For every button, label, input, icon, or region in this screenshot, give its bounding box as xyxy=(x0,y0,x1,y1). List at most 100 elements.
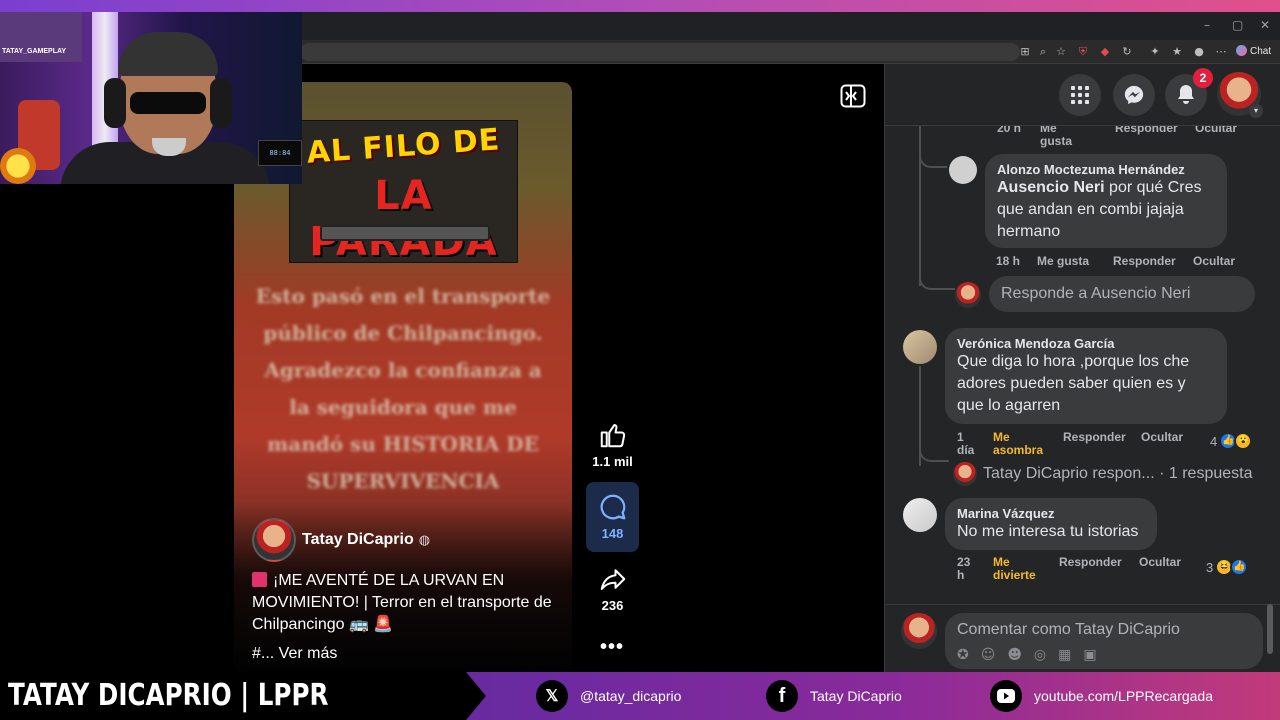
comment-action[interactable]: 148 xyxy=(586,482,639,552)
address-bar[interactable] xyxy=(300,43,1020,61)
webcam-shelf: TATAY_GAMEPLAY xyxy=(0,12,82,62)
comment-bubble-icon xyxy=(600,494,625,520)
author-name[interactable]: Tatay DiCaprio xyxy=(302,531,414,549)
comment-bubble: Alonzo Moctezuma Hernández Ausencio Neri… xyxy=(985,154,1227,248)
minimize-button[interactable]: – xyxy=(1204,18,1210,32)
menu-button[interactable] xyxy=(1059,74,1101,116)
extension-icon[interactable]: ◆ xyxy=(1098,45,1112,59)
reel-overlay-text: Esto pasó en el transporte público de Ch… xyxy=(255,284,551,493)
comment-time: 1 día xyxy=(957,430,975,457)
stream-banner: TATAY DICAPRIO | LPPR 𝕏 @tatay_dicaprio … xyxy=(0,672,1280,720)
headphone-right xyxy=(210,78,232,128)
thread-line xyxy=(919,126,921,286)
comment-reply-link[interactable]: Responder xyxy=(1059,556,1122,569)
comment-reaction-link[interactable]: Me asombra xyxy=(993,431,1053,457)
comment-text: Que diga lo hora ,porque los che adores … xyxy=(957,353,1190,414)
reaction-count: 4 xyxy=(1210,433,1218,449)
apps-icon[interactable]: ⊞ xyxy=(1018,45,1032,59)
commenter-avatar[interactable] xyxy=(949,156,977,184)
commenter-name[interactable]: Marina Vázquez xyxy=(957,506,1145,521)
comment-bubble: Verónica Mendoza García Que diga lo hora… xyxy=(945,328,1227,424)
view-replies-link[interactable]: Tatay DiCaprio respon... · 1 respuesta xyxy=(983,465,1252,483)
zoom-icon[interactable]: ⌕ xyxy=(1036,45,1050,59)
commenter-avatar[interactable] xyxy=(903,330,937,364)
favorites-icon[interactable]: ✦ xyxy=(1148,45,1162,59)
reel-caption: ¡ME AVENTÉ DE LA URVAN EN MOVIMIENTO! | … xyxy=(252,570,572,636)
top-gradient-strip xyxy=(0,0,1280,12)
mention-link[interactable]: Ausencio Neri xyxy=(997,179,1105,196)
shelf-sign: TATAY_GAMEPLAY xyxy=(2,48,67,55)
comment-reply-link[interactable]: Responder xyxy=(1113,255,1176,268)
comment-text: Ausencio Neri por qué Cres que andan en … xyxy=(997,177,1215,243)
comment-reply-link[interactable]: Responder xyxy=(1063,431,1126,444)
share-count: 236 xyxy=(601,598,624,613)
comment-hide-link[interactable]: Ocultar xyxy=(1193,255,1235,268)
more-options-icon[interactable]: ••• xyxy=(600,636,624,659)
grid-menu-icon xyxy=(1071,86,1089,104)
comment-text: No me interesa tu istorias xyxy=(957,523,1139,540)
webcam-overlay: TATAY_GAMEPLAY 88:84 xyxy=(0,12,302,184)
thread-connector xyxy=(919,268,955,290)
bell-icon xyxy=(1178,85,1194,104)
wow-reaction-icon: 😮 xyxy=(1234,432,1253,450)
comment-input[interactable]: Comentar como Tatay DiCaprio ✪☺☻◎▦▣ xyxy=(945,613,1263,669)
bookmark-star-icon[interactable]: ☆ xyxy=(1054,45,1068,59)
share-arrow-icon xyxy=(600,569,625,590)
profile-icon[interactable]: ● xyxy=(1192,45,1206,59)
youtube-logo-icon xyxy=(990,680,1022,712)
banner-title: TATAY DICAPRIO | LPPR xyxy=(8,678,329,713)
messenger-button[interactable] xyxy=(1113,74,1155,116)
reaction-summary[interactable]: 4 👍 😮 xyxy=(1210,432,1253,450)
reply-author: Tatay DiCaprio respon... xyxy=(983,465,1155,482)
account-chevron-icon[interactable]: ▾ xyxy=(1249,104,1263,118)
commenter-name[interactable]: Alonzo Moctezuma Hernández xyxy=(997,162,1215,177)
comment-like-link[interactable]: Me gusta xyxy=(1037,255,1089,268)
comment-placeholder: Comentar como Tatay DiCaprio xyxy=(957,621,1180,638)
scrollbar[interactable] xyxy=(1267,604,1273,654)
comment-hide-link[interactable]: Ocultar xyxy=(1139,556,1181,569)
comment-reaction-link[interactable]: Me divierte xyxy=(993,556,1053,582)
headphone-left xyxy=(104,78,126,128)
streamer-cap xyxy=(118,32,218,76)
reaction-count: 3 xyxy=(1206,559,1214,575)
banner-title-panel: TATAY DICAPRIO | LPPR xyxy=(0,672,486,720)
reply-input[interactable]: Responde a Ausencio Neri xyxy=(989,276,1255,312)
facebook-name: Tatay DiCaprio xyxy=(810,688,902,704)
comment-hide-link[interactable]: Ocultar xyxy=(1141,431,1183,444)
extension-shield-icon[interactable]: ⛨ xyxy=(1076,45,1090,59)
more-menu-icon[interactable]: ⋯ xyxy=(1214,45,1228,59)
reel-author[interactable]: Tatay DiCaprio ◍ xyxy=(252,518,430,562)
chat-label: Chat xyxy=(1250,46,1272,57)
x-logo-icon: 𝕏 xyxy=(536,680,568,712)
fullscreen-toggle-icon[interactable] xyxy=(840,84,866,108)
reply-author-avatar[interactable] xyxy=(953,462,977,486)
comments-panel: ▾ 20 h Me gusta Responder Ocultar Alonzo… xyxy=(884,64,1280,672)
screen: – ▢ ✕ ⊞ ⌕ ☆ ⛨ ◆ ↻ ✦ ★ ● ⋯ Chat AL FILO D… xyxy=(0,0,1280,720)
composer-toolbar-icons[interactable]: ✪☺☻◎▦▣ xyxy=(957,647,1109,663)
x-social: 𝕏 @tatay_dicaprio xyxy=(536,680,681,712)
copilot-chat-button[interactable]: Chat xyxy=(1236,44,1271,60)
reel-poster-image: AL FILO DE LA PARADA xyxy=(289,120,518,263)
commenter-name[interactable]: Verónica Mendoza García xyxy=(957,336,1215,351)
facebook-topbar: ▾ xyxy=(885,64,1280,126)
comment-time: 23 h xyxy=(957,555,971,582)
share-action[interactable]: 236 xyxy=(586,564,639,613)
youtube-url: youtube.com/LPPRecargada xyxy=(1034,688,1213,704)
author-avatar[interactable] xyxy=(252,518,296,562)
like-action[interactable]: 1.1 mil xyxy=(586,420,639,469)
globe-icon: ◍ xyxy=(418,532,431,548)
maximize-button[interactable]: ▢ xyxy=(1232,18,1243,32)
thread-connector xyxy=(919,152,947,168)
notification-badge: 2 xyxy=(1193,68,1213,88)
copilot-icon xyxy=(1236,45,1247,56)
background-monitor: 88:84 xyxy=(258,140,302,166)
reaction-summary[interactable]: 3 😆 👍 xyxy=(1206,558,1249,576)
messenger-icon xyxy=(1124,85,1144,105)
commenter-avatar[interactable] xyxy=(903,498,937,532)
close-button[interactable]: ✕ xyxy=(1260,18,1270,32)
collections-icon[interactable]: ★ xyxy=(1170,45,1184,59)
see-more-link[interactable]: #... Ver más xyxy=(252,645,337,663)
refresh-extension-icon[interactable]: ↻ xyxy=(1120,45,1134,59)
facebook-social: f Tatay DiCaprio xyxy=(766,680,902,712)
x-handle: @tatay_dicaprio xyxy=(580,688,682,704)
